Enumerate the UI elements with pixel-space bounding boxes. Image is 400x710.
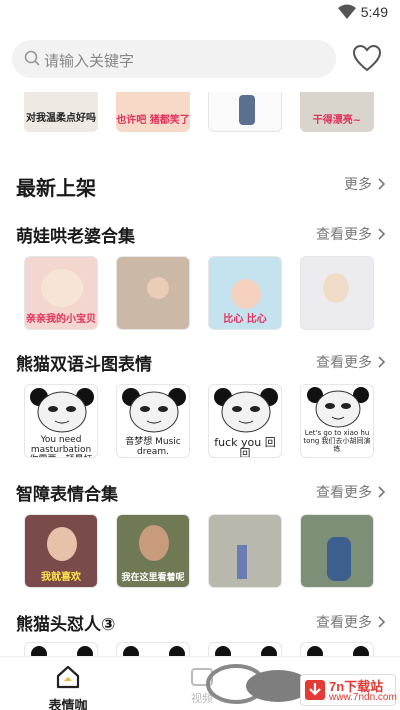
thumbnail-row: 我就喜欢 我在这里看着呢: [24, 514, 376, 588]
wifi-icon: [338, 4, 356, 24]
meme-thumbnail[interactable]: [116, 642, 190, 656]
download-arrow-icon: [305, 680, 325, 700]
thumbnail-caption: Let's go to xiao hu tong 我们去小胡同演练: [303, 429, 371, 453]
section-title: 熊猫双语斗图表情: [16, 355, 152, 375]
section-title: 智障表情合集: [16, 485, 118, 505]
home-icon: [56, 665, 80, 689]
meme-thumbnail[interactable]: [208, 514, 282, 588]
search-row: 请输入关键字: [12, 40, 388, 80]
thumbnail-caption: fuck you 回回: [214, 436, 276, 458]
download-site-badge[interactable]: 7n下载站 www.7ndn.com: [300, 674, 397, 706]
section-title: 萌娃哄老婆合集: [16, 227, 135, 247]
meme-thumbnail[interactable]: You need masturbation 你需要一顿暴扛: [24, 384, 98, 458]
favorites-button[interactable]: [352, 44, 384, 74]
chevron-right-icon: [378, 616, 386, 628]
heart-icon: [352, 44, 382, 72]
thumbnail-caption: You need masturbation 你需要一顿暴扛: [29, 435, 92, 457]
meme-thumbnail[interactable]: 比心 比心: [208, 256, 282, 330]
search-input[interactable]: 请输入关键字: [12, 40, 336, 78]
top-thumbnail-strip: 对我温柔点好吗 也许吧 猪都笑了 干得漂亮~: [0, 92, 400, 132]
panda-face-image: [122, 388, 186, 433]
status-bar: 5:49: [0, 0, 400, 26]
more-label: 查看更多: [316, 227, 372, 243]
meme-thumbnail[interactable]: [24, 642, 98, 656]
more-label: 查看更多: [316, 615, 372, 631]
thumbnail-caption: 也许吧 猪都笑了: [116, 115, 190, 126]
thumbnail-caption: 对我温柔点好吗: [26, 113, 96, 124]
thumbnail-caption: 比心 比心: [223, 314, 267, 325]
thumbnail-caption: 我在这里看着呢: [121, 573, 185, 583]
chevron-right-icon: [378, 486, 386, 498]
panda-face-image: [30, 388, 94, 433]
meme-thumbnail[interactable]: Let's go to xiao hu tong 我们去小胡同演练: [300, 384, 374, 458]
meme-thumbnail[interactable]: 音梦想 Music dream.: [116, 384, 190, 458]
nav-home-label: 表情咖: [48, 699, 88, 710]
meme-thumbnail[interactable]: [208, 642, 282, 656]
status-time: 5:49: [360, 4, 388, 20]
meme-thumbnail[interactable]: fuck you 回回: [208, 384, 282, 458]
meme-thumbnail[interactable]: 亲亲我的小宝贝: [24, 256, 98, 330]
thumbnail-caption: 亲亲我的小宝贝: [26, 314, 96, 325]
see-more-link[interactable]: 查看更多: [316, 612, 386, 632]
meme-thumbnail[interactable]: 我在这里看着呢: [116, 514, 190, 588]
more-label: 更多: [344, 177, 372, 193]
more-label: 查看更多: [316, 485, 372, 501]
promo-url: www.7ndn.com: [329, 692, 397, 703]
meme-thumbnail[interactable]: [116, 256, 190, 330]
section-title: 最新上架: [16, 176, 96, 200]
thumbnail-row: You need masturbation 你需要一顿暴扛 音梦想 Music …: [24, 384, 376, 458]
thumbnail-caption: 音梦想 Music dream.: [125, 437, 181, 457]
meme-thumbnail[interactable]: [208, 92, 282, 132]
section-new-release: 最新上架 更多: [16, 172, 386, 200]
section-header: 智障表情合集 查看更多: [16, 480, 386, 508]
meme-thumbnail[interactable]: [300, 256, 374, 330]
chevron-right-icon: [378, 228, 386, 240]
search-placeholder: 请输入关键字: [44, 52, 135, 70]
see-more-link[interactable]: 查看更多: [316, 224, 386, 244]
nav-home-tab[interactable]: 表情咖: [40, 665, 96, 710]
thumbnail-row: 亲亲我的小宝贝 比心 比心: [24, 256, 376, 330]
chevron-right-icon: [378, 178, 386, 190]
panda-face-image: [307, 387, 369, 428]
thumbnail-row: [24, 642, 376, 656]
see-more-link[interactable]: 查看更多: [316, 352, 386, 372]
thumbnail-caption: 我就喜欢: [41, 572, 81, 583]
meme-thumbnail[interactable]: 干得漂亮~: [300, 92, 374, 132]
more-label: 查看更多: [316, 355, 372, 371]
section-title: 熊猫头怼人③: [16, 615, 116, 635]
meme-thumbnail[interactable]: [300, 514, 374, 588]
section-header: 萌娃哄老婆合集 查看更多: [16, 222, 386, 250]
section-header: 熊猫头怼人③ 查看更多: [16, 610, 386, 638]
meme-thumbnail[interactable]: [300, 642, 374, 656]
thumbnail-caption: 干得漂亮~: [312, 115, 362, 126]
more-link[interactable]: 更多: [344, 174, 386, 194]
meme-thumbnail[interactable]: 我就喜欢: [24, 514, 98, 588]
panda-face-image: [214, 388, 278, 433]
chevron-right-icon: [378, 356, 386, 368]
search-icon: [24, 50, 40, 70]
meme-thumbnail[interactable]: 对我温柔点好吗: [24, 92, 98, 132]
meme-thumbnail[interactable]: 也许吧 猪都笑了: [116, 92, 190, 132]
see-more-link[interactable]: 查看更多: [316, 482, 386, 502]
section-header: 熊猫双语斗图表情 查看更多: [16, 350, 386, 378]
